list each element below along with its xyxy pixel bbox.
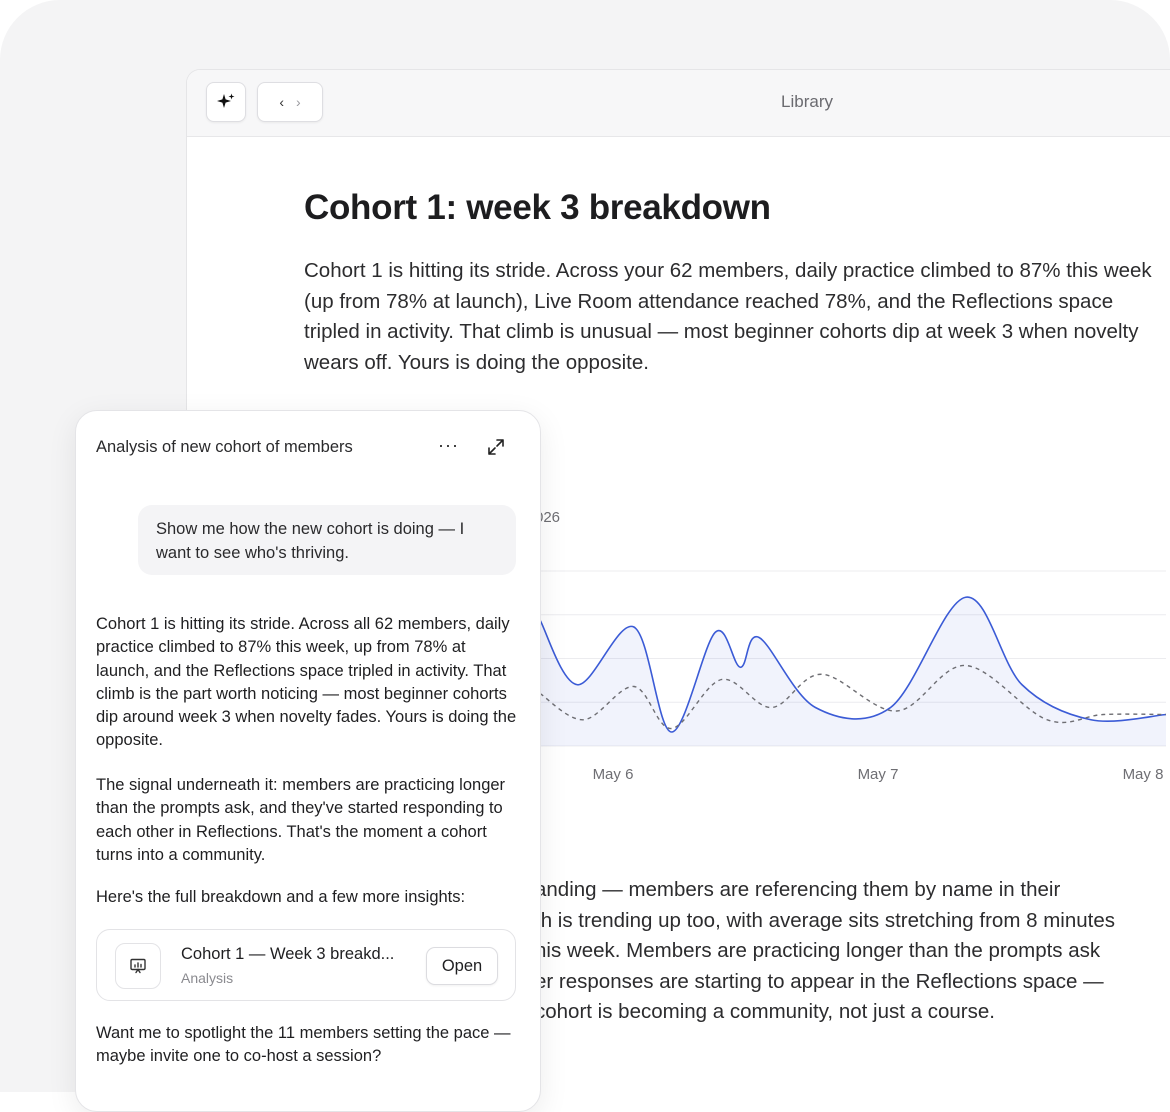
x-tick-label: May 6 [593,766,634,783]
more-options-icon[interactable]: ··· [438,435,459,456]
chat-panel: Analysis of new cohort of members ··· Sh… [75,410,541,1112]
x-tick-label: May 7 [858,766,899,783]
expand-icon[interactable] [486,437,506,457]
chat-title: Analysis of new cohort of members [96,438,353,456]
analysis-card[interactable]: Cohort 1 — Week 3 breakd... Analysis Ope… [96,929,516,1001]
presentation-chart-icon [115,943,161,989]
assistant-message: The signal underneath it: members are pr… [96,776,506,864]
user-message: Show me how the new cohort is doing — I … [138,505,516,575]
card-subtitle: Analysis [181,970,234,986]
card-title: Cohort 1 — Week 3 breakd... [181,945,395,963]
series-area-fill [540,597,1166,746]
assistant-message: Want me to spotlight the 11 members sett… [96,1024,511,1066]
x-tick-label: May 8 [1123,766,1164,783]
open-button[interactable]: Open [426,947,498,985]
assistant-message: Cohort 1 is hitting its stride. Across a… [96,615,517,750]
assistant-message: Here's the full breakdown and a few more… [96,888,466,906]
